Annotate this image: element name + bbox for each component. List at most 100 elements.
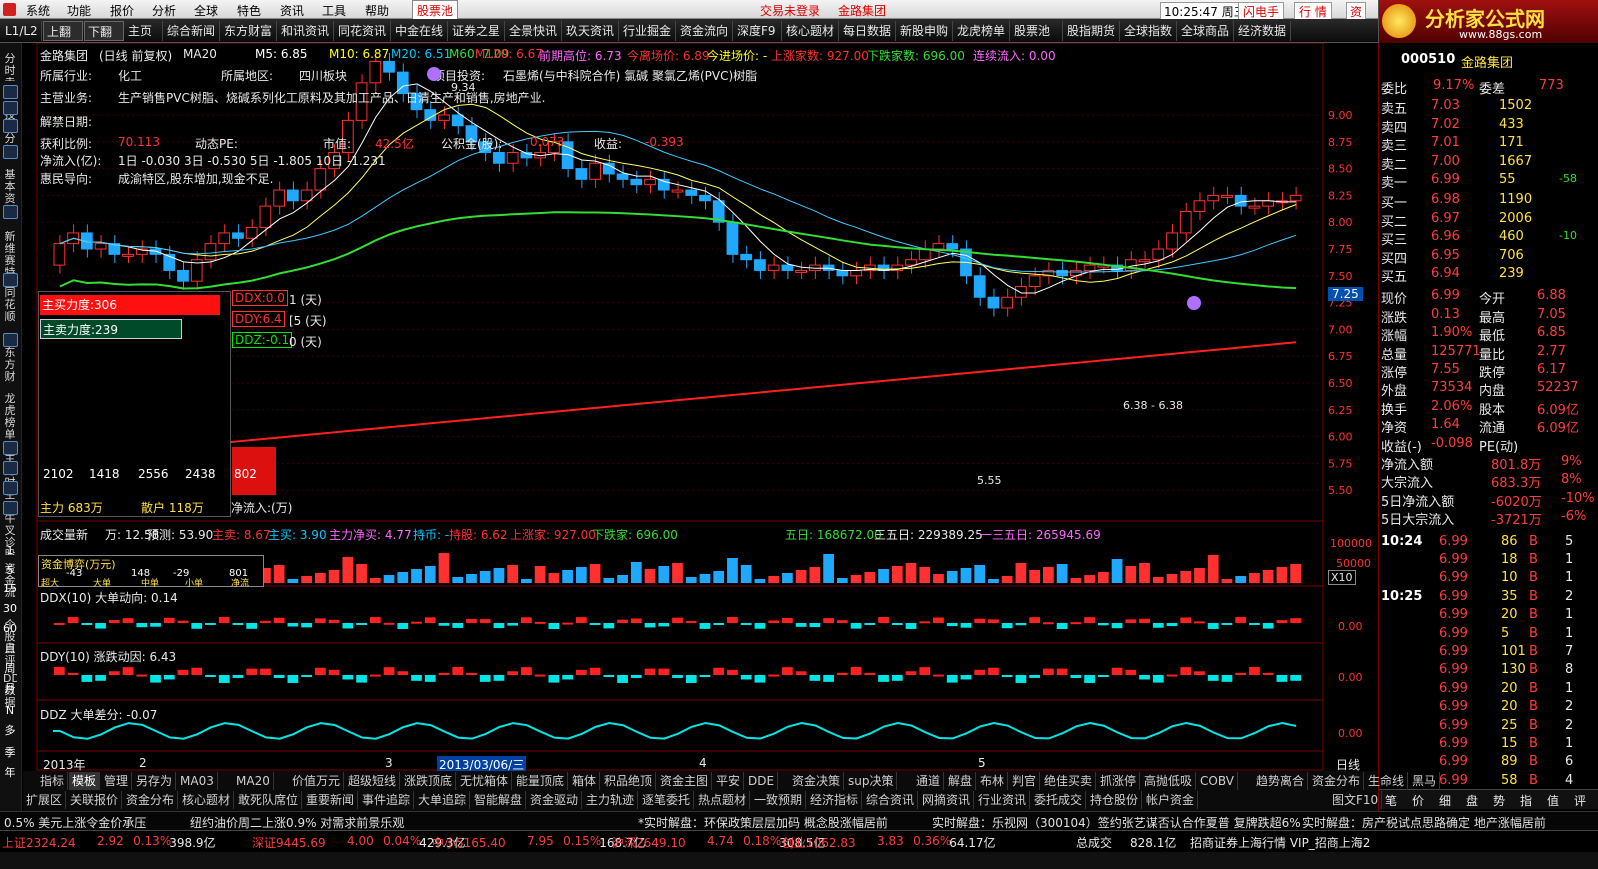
ticker-item[interactable]: 实时解盘：乐视网（300104）签约张艺谋否认合作夏普 复牌跌超6%: [932, 814, 1301, 831]
toolbar-item[interactable]: 每日数据: [840, 21, 896, 41]
indicator-tab[interactable]: 高抛低吸: [1141, 772, 1197, 790]
sidebar-item[interactable]: 分时走势: [3, 53, 17, 81]
arrow-up-icon[interactable]: [3, 85, 18, 99]
quote-tab[interactable]: 势: [1493, 792, 1505, 809]
indicator-tab[interactable]: 趋势离合: [1253, 772, 1309, 790]
doc-icon[interactable]: [3, 273, 18, 287]
indicator-tab[interactable]: 管理: [101, 772, 133, 790]
toolbar-item[interactable]: 核心题材: [783, 21, 839, 41]
menu-help[interactable]: 帮助: [365, 2, 389, 19]
quote-tab[interactable]: 指: [1520, 792, 1532, 809]
indicator-tab[interactable]: 判官: [1009, 772, 1041, 790]
indicator-tab[interactable]: 生命线: [1365, 772, 1409, 790]
indicator-tab[interactable]: 超级短线: [345, 772, 401, 790]
indicator-tab[interactable]: 通道: [913, 772, 945, 790]
toolbar-item[interactable]: 下翻: [84, 21, 124, 41]
extension-tab[interactable]: 资金分布: [123, 791, 179, 809]
toolbar-item[interactable]: 龙虎榜单: [954, 21, 1010, 41]
ticker-item[interactable]: 实时解盘：房产税试点思路确定 地产涨幅居前: [1302, 814, 1546, 831]
toolbar-item[interactable]: 上翻: [43, 21, 83, 41]
quote-tab[interactable]: 值: [1547, 792, 1559, 809]
extension-tab[interactable]: 大单追踪: [415, 791, 471, 809]
toolbar-item[interactable]: 东方财富: [221, 21, 277, 41]
move-icon[interactable]: [3, 481, 18, 495]
indicator-tab[interactable]: 价值万元: [289, 772, 345, 790]
indicator-tab[interactable]: DDE: [745, 772, 779, 790]
table-icon[interactable]: [3, 333, 18, 347]
extension-tab[interactable]: 重要新闻: [303, 791, 359, 809]
extension-tab[interactable]: 经济指标: [807, 791, 863, 809]
indicator-tab[interactable]: 抓涨停: [1097, 772, 1141, 790]
quote-tab[interactable]: 价: [1412, 792, 1424, 809]
period-button[interactable]: 多: [3, 725, 17, 737]
period-button[interactable]: 月: [3, 683, 17, 695]
extension-tab[interactable]: 核心题材: [179, 791, 235, 809]
period-button[interactable]: 日: [3, 643, 17, 655]
extension-tab[interactable]: 行业资讯: [975, 791, 1031, 809]
menu-feature[interactable]: 特色: [237, 2, 261, 19]
period-button[interactable]: 30: [3, 603, 17, 615]
dollar-icon[interactable]: [3, 461, 18, 475]
grid-icon[interactable]: [3, 205, 18, 219]
indicator-tab[interactable]: sup决策: [845, 772, 898, 790]
toolbar-item[interactable]: 股指期货: [1064, 21, 1120, 41]
sidebar-item[interactable]: 东方财富: [3, 347, 17, 383]
login-status[interactable]: 交易未登录: [760, 2, 820, 19]
toolbar-item[interactable]: 经济数据: [1235, 21, 1291, 41]
menu-info[interactable]: 资讯: [280, 2, 304, 19]
extension-tab[interactable]: 扩展区: [23, 791, 67, 809]
main-chart[interactable]: 9.00 8.75 8.50 8.25 8.00 7.75 7.50 7.25 7.00 6.75…: [23, 43, 1378, 773]
indicator-tab[interactable]: 指标: [37, 772, 69, 790]
toolbar-item[interactable]: 全景快讯: [506, 21, 562, 41]
graph-f10-tab[interactable]: 图文F10: [1329, 791, 1383, 809]
menu-stock-pool-tab[interactable]: 股票池: [412, 0, 459, 21]
indicator-tab[interactable]: 无忧箱体: [457, 772, 513, 790]
toolbar-item[interactable]: 行业掘金: [620, 21, 676, 41]
indicator-tab[interactable]: 箱体: [569, 772, 601, 790]
extension-tab[interactable]: 帐户资金: [1143, 791, 1199, 809]
indicator-tab[interactable]: 资金主图: [657, 772, 713, 790]
extension-tab[interactable]: 关联报价: [67, 791, 123, 809]
menu-global[interactable]: 全球: [194, 2, 218, 19]
toolbar-item[interactable]: 主页: [125, 21, 163, 41]
indicator-tab[interactable]: 布林: [977, 772, 1009, 790]
indicator-tab[interactable]: 资金决策: [789, 772, 845, 790]
period-button[interactable]: 季: [3, 747, 17, 759]
toolbar-item[interactable]: 和讯资讯: [278, 21, 334, 41]
indicator-tab[interactable]: 绝佳买卖: [1041, 772, 1097, 790]
rsi-icon[interactable]: [3, 441, 18, 455]
extension-tab[interactable]: 委托成交: [1031, 791, 1087, 809]
indicator-tab[interactable]: COBV: [1197, 772, 1238, 790]
toolbar-item[interactable]: 全球商品: [1178, 21, 1234, 41]
extension-tab[interactable]: 逐笔委托: [639, 791, 695, 809]
ticker-item[interactable]: *实时解盘：环保政策层层加码 概念股涨幅居前: [638, 814, 888, 831]
period-button[interactable]: 5: [3, 565, 17, 577]
extension-tab[interactable]: 主力轨迹: [583, 791, 639, 809]
toolbar-item[interactable]: 股票池: [1011, 21, 1063, 41]
extension-tab[interactable]: 一致预期: [751, 791, 807, 809]
menu-function[interactable]: 功能: [67, 2, 91, 19]
toolbar-item[interactable]: L1/L2: [2, 21, 42, 41]
period-button[interactable]: 15: [3, 583, 17, 595]
menu-analysis[interactable]: 分析: [152, 2, 176, 19]
ticker-item[interactable]: 0.5% 美元上涨令金价承压: [4, 814, 146, 831]
toolbar-item[interactable]: 同花资讯: [335, 21, 391, 41]
indicator-tab[interactable]: 模板: [69, 772, 101, 790]
toolbar-item[interactable]: 全球指数: [1121, 21, 1177, 41]
extension-tab[interactable]: 综合资讯: [863, 791, 919, 809]
period-button[interactable]: 60: [3, 623, 17, 635]
sidebar-item[interactable]: 新维赛特: [3, 231, 17, 273]
period-button[interactable]: N: [3, 705, 17, 717]
extension-tab[interactable]: 智能解盘: [471, 791, 527, 809]
indicator-tab[interactable]: 资金分布: [1309, 772, 1365, 790]
quote-tab[interactable]: 盘: [1466, 792, 1478, 809]
indicator-tab[interactable]: 解盘: [945, 772, 977, 790]
indicator-tab[interactable]: MA03: [177, 772, 218, 790]
toolbar-item[interactable]: 综合新闻: [164, 21, 220, 41]
toolbar-item[interactable]: 深度F9: [734, 21, 782, 41]
extension-tab[interactable]: 事件追踪: [359, 791, 415, 809]
quote-tab[interactable]: 笔: [1385, 792, 1397, 809]
indicator-tab[interactable]: 涨跌顶底: [401, 772, 457, 790]
indicator-tab[interactable]: 平安: [713, 772, 745, 790]
extension-tab[interactable]: 资金驱动: [527, 791, 583, 809]
